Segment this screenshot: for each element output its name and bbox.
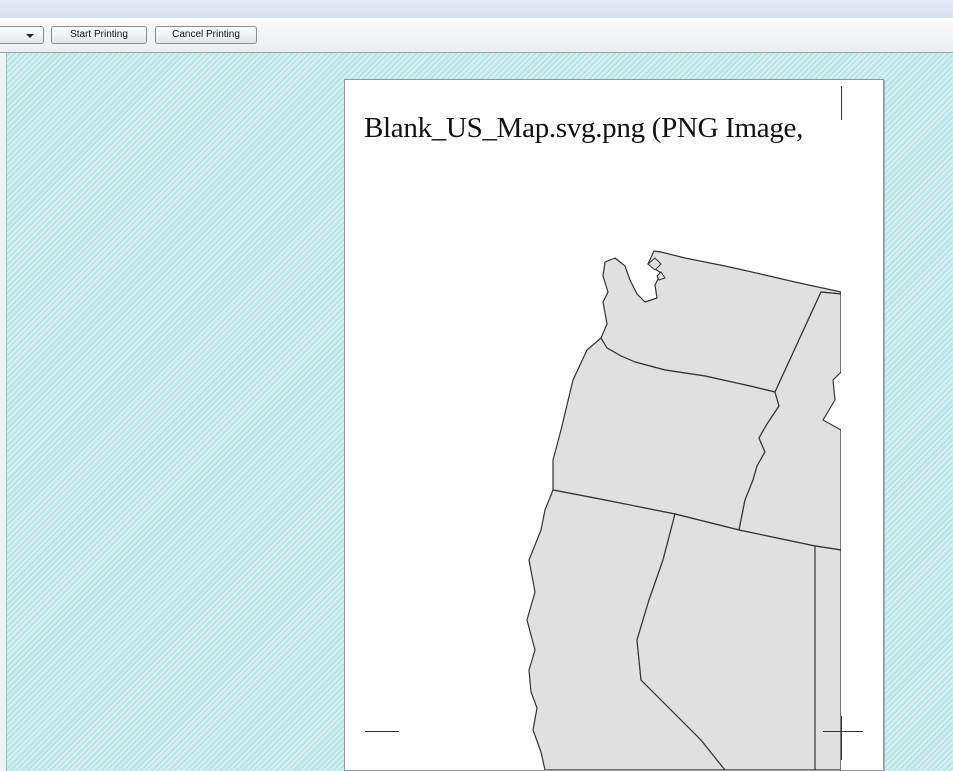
print-preview-toolbar: Start Printing Cancel Printing: [0, 18, 953, 53]
crop-mark-bottom-right-h: [823, 731, 863, 732]
preview-page: Blank_US_Map.svg.png (PNG Image,: [344, 79, 884, 771]
crop-mark-top-right: [841, 86, 842, 120]
crop-mark-bottom-left: [365, 731, 399, 732]
start-printing-button[interactable]: Start Printing: [51, 26, 147, 44]
crop-mark-bottom-right-v: [841, 716, 842, 760]
options-dropdown[interactable]: [0, 26, 44, 44]
preview-left-edge: [0, 53, 7, 771]
window-top-strip: [0, 0, 953, 18]
utah-state: [814, 545, 841, 770]
us-map-image: [526, 250, 841, 770]
cancel-printing-button[interactable]: Cancel Printing: [155, 26, 257, 44]
chevron-down-icon: [26, 34, 34, 38]
